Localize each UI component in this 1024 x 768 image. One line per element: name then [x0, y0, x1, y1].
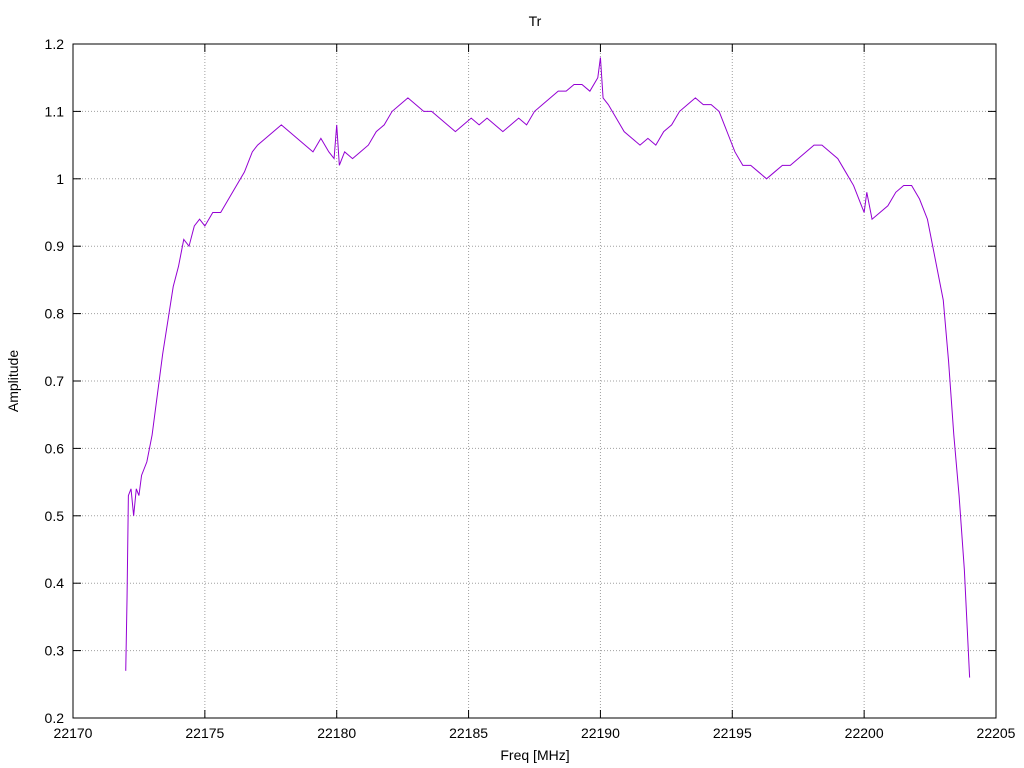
y-tick-label: 1.1	[45, 103, 65, 119]
y-tick-label: 0.8	[45, 306, 65, 322]
x-axis-tick-labels: 22170 22175 22180 22185 22190 22195 22200 22205	[54, 725, 1016, 741]
x-axis-label: Freq [MHz]	[500, 747, 569, 763]
y-tick-label: 1.2	[45, 36, 65, 52]
y-tick-label: 0.5	[45, 508, 65, 524]
y-tick-label: 0.6	[45, 440, 65, 456]
y-tick-label: 0.4	[45, 575, 65, 591]
x-tick-label: 22175	[185, 725, 224, 741]
x-tick-label: 22190	[581, 725, 620, 741]
y-tick-label: 1	[56, 171, 64, 187]
y-axis-tick-labels: 0.2 0.3 0.4 0.5 0.6 0.7 0.8 0.9 1 1.1 1.2	[45, 36, 65, 726]
y-tick-label: 0.9	[45, 238, 65, 254]
y-tick-label: 0.7	[45, 373, 65, 389]
y-tick-label: 0.3	[45, 643, 65, 659]
x-tick-label: 22195	[713, 725, 752, 741]
series-line	[125, 57, 971, 678]
x-tick-label: 22200	[845, 725, 884, 741]
x-tick-label: 22180	[317, 725, 356, 741]
y-tick-label: 0.2	[45, 710, 65, 726]
y-axis-label: Amplitude	[5, 350, 21, 412]
chart-title: Tr	[529, 13, 542, 29]
x-tick-label: 22185	[449, 725, 488, 741]
x-tick-label: 22205	[977, 725, 1016, 741]
grid-lines	[73, 44, 996, 718]
line-chart: 22170 22175 22180 22185 22190 22195 22200 22205…	[5, 13, 1016, 763]
x-tick-label: 22170	[54, 725, 93, 741]
